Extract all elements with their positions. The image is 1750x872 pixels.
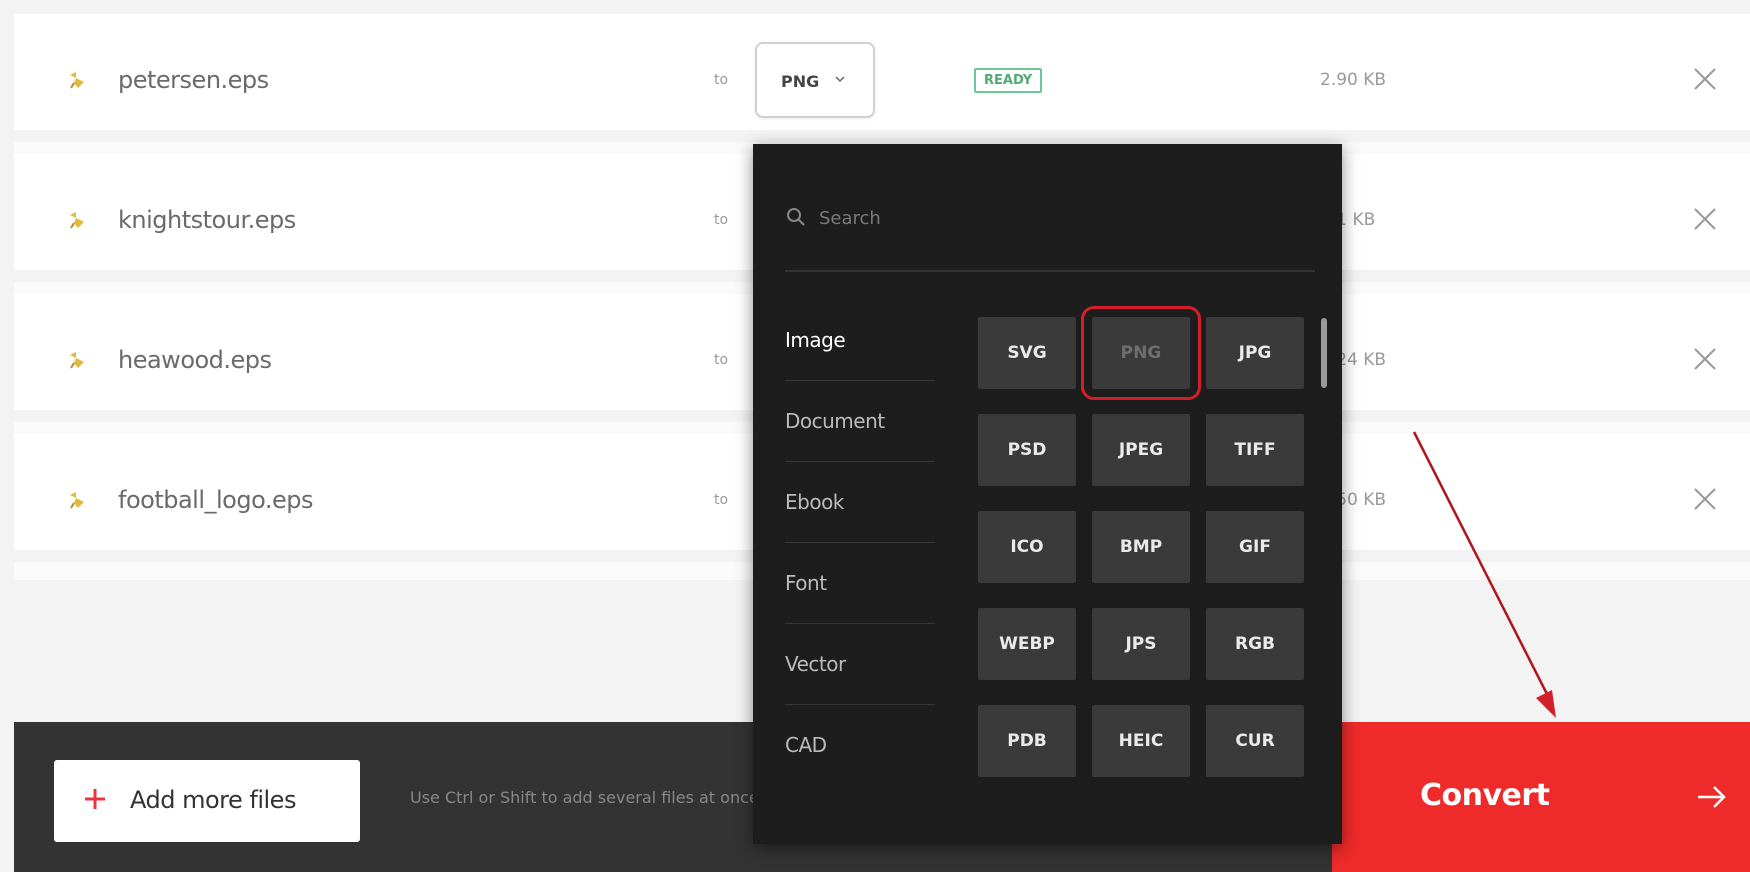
arrow-right-icon	[1698, 786, 1726, 808]
to-label: to	[714, 352, 729, 368]
add-more-files-button[interactable]: Add more files	[54, 760, 360, 842]
format-option-ico[interactable]: ICO	[978, 511, 1076, 583]
file-row: petersen.eps to PNG READY 2.90 KB	[14, 14, 1750, 142]
close-icon[interactable]	[1690, 204, 1720, 234]
format-option-webp[interactable]: WEBP	[978, 608, 1076, 680]
file-icon	[70, 72, 84, 89]
format-grid: SVG PNG JPG PSD JPEG TIFF ICO BMP GIF WE…	[978, 306, 1304, 777]
format-option-heic[interactable]: HEIC	[1092, 705, 1190, 777]
file-name: football_logo.eps	[118, 486, 313, 514]
to-label: to	[714, 212, 729, 228]
format-option-png[interactable]: PNG	[1081, 306, 1201, 400]
category-image[interactable]: Image	[785, 300, 935, 381]
dropdown-scrollbar[interactable]	[1321, 318, 1327, 388]
format-select[interactable]: PNG	[755, 42, 875, 118]
file-icon	[70, 492, 84, 509]
hint-text: Use Ctrl or Shift to add several files a…	[410, 788, 759, 807]
category-font[interactable]: Font	[785, 543, 935, 624]
format-search-input[interactable]	[817, 198, 1221, 238]
format-select-value: PNG	[781, 72, 820, 91]
format-option-bmp[interactable]: BMP	[1092, 511, 1190, 583]
format-option-gif[interactable]: GIF	[1206, 511, 1304, 583]
chevron-down-icon	[835, 76, 845, 83]
file-icon	[70, 352, 84, 369]
category-vector[interactable]: Vector	[785, 624, 935, 705]
to-label: to	[714, 72, 729, 88]
format-option-jps[interactable]: JPS	[1092, 608, 1190, 680]
format-dropdown: Image Document Ebook Font Vector CAD SVG…	[753, 144, 1342, 844]
format-option-cur[interactable]: CUR	[1206, 705, 1304, 777]
search-icon	[787, 208, 805, 226]
close-icon[interactable]	[1690, 344, 1720, 374]
format-option-psd[interactable]: PSD	[978, 414, 1076, 486]
add-more-files-label: Add more files	[130, 786, 296, 814]
convert-button[interactable]: Convert	[1332, 722, 1750, 872]
format-option-tiff[interactable]: TIFF	[1206, 414, 1304, 486]
format-option-svg[interactable]: SVG	[978, 317, 1076, 389]
file-name: knightstour.eps	[118, 206, 296, 234]
file-name: heawood.eps	[118, 346, 272, 374]
status-badge: READY	[974, 68, 1043, 93]
to-label: to	[714, 492, 729, 508]
format-option-jpeg[interactable]: JPEG	[1092, 414, 1190, 486]
category-cad[interactable]: CAD	[785, 705, 935, 785]
convert-label: Convert	[1420, 778, 1550, 813]
close-icon[interactable]	[1690, 64, 1720, 94]
format-option-jpg[interactable]: JPG	[1206, 317, 1304, 389]
category-document[interactable]: Document	[785, 381, 935, 462]
file-size: 2.90 KB	[1320, 70, 1387, 90]
file-icon	[70, 212, 84, 229]
format-option-pdb[interactable]: PDB	[978, 705, 1076, 777]
search-divider	[785, 270, 1315, 272]
file-name: petersen.eps	[118, 66, 269, 94]
category-list: Image Document Ebook Font Vector CAD	[785, 300, 935, 785]
plus-icon	[85, 789, 105, 809]
close-icon[interactable]	[1690, 484, 1720, 514]
format-option-rgb[interactable]: RGB	[1206, 608, 1304, 680]
category-ebook[interactable]: Ebook	[785, 462, 935, 543]
